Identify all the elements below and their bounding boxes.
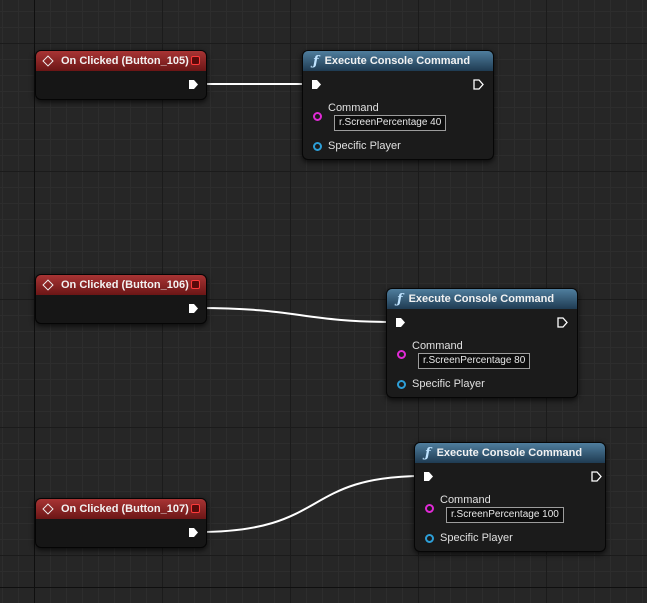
- event-node-header: On Clicked (Button_106): [36, 275, 206, 295]
- exec-out-pin-icon[interactable]: [473, 79, 484, 90]
- event-node-header: On Clicked (Button_107): [36, 499, 206, 519]
- exec-out-pin-icon[interactable]: [557, 317, 568, 328]
- specific-player-pin-icon[interactable]: [397, 380, 406, 389]
- execute-console-command-node-3[interactable]: ƒ Execute Console Command Command r.Scre…: [414, 442, 606, 552]
- specific-player-label: Specific Player: [412, 378, 485, 390]
- specific-player-pin-icon[interactable]: [425, 534, 434, 543]
- function-node-title: Execute Console Command: [324, 55, 471, 67]
- command-string-pin-icon[interactable]: [313, 112, 322, 121]
- specific-player-pin-icon[interactable]: [313, 142, 322, 151]
- event-node-title: On Clicked (Button_106): [61, 279, 189, 291]
- exec-in-pin-icon[interactable]: [395, 317, 406, 328]
- exec-wire-2[interactable]: [197, 307, 397, 323]
- event-node-button-105[interactable]: On Clicked (Button_105): [35, 50, 207, 100]
- exec-in-pin-icon[interactable]: [423, 471, 434, 482]
- event-node-title: On Clicked (Button_105): [61, 55, 189, 67]
- specific-player-label: Specific Player: [328, 140, 401, 152]
- function-f-icon: ƒ: [313, 53, 319, 69]
- function-node-header: ƒ Execute Console Command: [387, 289, 577, 309]
- function-node-header: ƒ Execute Console Command: [415, 443, 605, 463]
- command-input[interactable]: r.ScreenPercentage 40: [334, 115, 447, 131]
- exec-in-pin-icon[interactable]: [311, 79, 322, 90]
- delegate-pin-icon[interactable]: [191, 56, 200, 65]
- command-label: Command: [328, 102, 379, 114]
- event-node-title: On Clicked (Button_107): [61, 503, 189, 515]
- delegate-pin-icon[interactable]: [191, 280, 200, 289]
- function-node-title: Execute Console Command: [436, 447, 583, 459]
- command-label: Command: [412, 340, 463, 352]
- delegate-pin-icon[interactable]: [191, 504, 200, 513]
- command-input[interactable]: r.ScreenPercentage 80: [418, 353, 531, 369]
- exec-out-pin-icon[interactable]: [591, 471, 602, 482]
- function-f-icon: ƒ: [397, 291, 403, 307]
- exec-out-pin-icon[interactable]: [188, 79, 199, 90]
- execute-console-command-node-1[interactable]: ƒ Execute Console Command Command r.Scre…: [302, 50, 494, 160]
- command-label: Command: [440, 494, 491, 506]
- specific-player-label: Specific Player: [440, 532, 513, 544]
- command-string-pin-icon[interactable]: [425, 504, 434, 513]
- exec-wire-3[interactable]: [197, 475, 425, 533]
- exec-out-pin-icon[interactable]: [188, 527, 199, 538]
- event-node-button-106[interactable]: On Clicked (Button_106): [35, 274, 207, 324]
- function-f-icon: ƒ: [425, 445, 431, 461]
- execute-console-command-node-2[interactable]: ƒ Execute Console Command Command r.Scre…: [386, 288, 578, 398]
- exec-out-pin-icon[interactable]: [188, 303, 199, 314]
- function-node-header: ƒ Execute Console Command: [303, 51, 493, 71]
- event-node-header: On Clicked (Button_105): [36, 51, 206, 71]
- function-node-title: Execute Console Command: [408, 293, 555, 305]
- event-diamond-icon: [42, 279, 54, 291]
- command-string-pin-icon[interactable]: [397, 350, 406, 359]
- command-input[interactable]: r.ScreenPercentage 100: [446, 507, 564, 523]
- event-node-button-107[interactable]: On Clicked (Button_107): [35, 498, 207, 548]
- event-diamond-icon: [42, 503, 54, 515]
- event-diamond-icon: [42, 55, 54, 67]
